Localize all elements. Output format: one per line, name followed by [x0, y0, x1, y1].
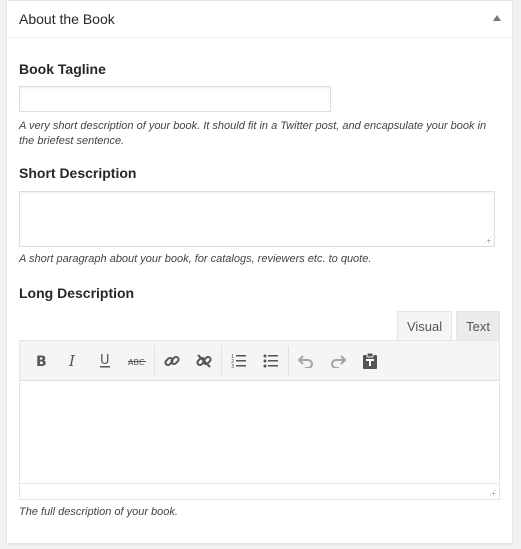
short-description-help: A short paragraph about your book, for c…	[19, 253, 372, 265]
tagline-input[interactable]	[19, 86, 331, 112]
redo-icon[interactable]	[323, 346, 353, 376]
long-description-content-area[interactable]	[20, 381, 499, 483]
undo-icon[interactable]	[291, 346, 321, 376]
underline-icon[interactable]: U	[90, 346, 120, 376]
metabox-header[interactable]: About the Book	[7, 1, 512, 38]
svg-text:U: U	[100, 353, 110, 368]
svg-text:B: B	[36, 354, 47, 368]
svg-text:3: 3	[231, 364, 234, 369]
long-description-editor: B I U ABC 123	[19, 340, 500, 500]
editor-toolbar: B I U ABC 123	[20, 341, 499, 381]
tagline-label: Book Tagline	[19, 61, 106, 77]
metabox-title: About the Book	[19, 11, 115, 27]
link-icon[interactable]	[157, 346, 187, 376]
collapse-toggle-icon[interactable]	[493, 15, 501, 21]
editor-tabs: Visual Text	[396, 311, 500, 341]
editor-statusbar	[20, 483, 499, 499]
toolbar-separator	[221, 345, 222, 376]
svg-text:I: I	[68, 354, 76, 368]
svg-text:ABC: ABC	[128, 358, 145, 367]
short-description-label: Short Description	[19, 165, 137, 181]
italic-icon[interactable]: I	[58, 346, 88, 376]
toolbar-separator	[288, 345, 289, 376]
long-description-label: Long Description	[19, 285, 135, 301]
bold-icon[interactable]: B	[26, 346, 56, 376]
tab-text[interactable]: Text	[456, 311, 500, 341]
tagline-description: A very short description of your book. I…	[19, 120, 487, 147]
ordered-list-icon[interactable]: 123	[224, 346, 254, 376]
toolbar-separator	[154, 345, 155, 376]
paste-as-text-icon[interactable]	[355, 346, 385, 376]
tab-visual[interactable]: Visual	[396, 311, 453, 341]
resize-handle-icon[interactable]	[484, 236, 491, 243]
unordered-list-icon[interactable]	[256, 346, 286, 376]
long-description-help: The full description of your book.	[19, 506, 178, 518]
strikethrough-icon[interactable]: ABC	[122, 346, 152, 376]
unlink-icon[interactable]	[189, 346, 219, 376]
short-description-textarea[interactable]	[19, 191, 495, 247]
about-the-book-metabox: About the Book Book Tagline A very short…	[6, 0, 513, 544]
resize-handle-icon[interactable]	[489, 489, 496, 496]
